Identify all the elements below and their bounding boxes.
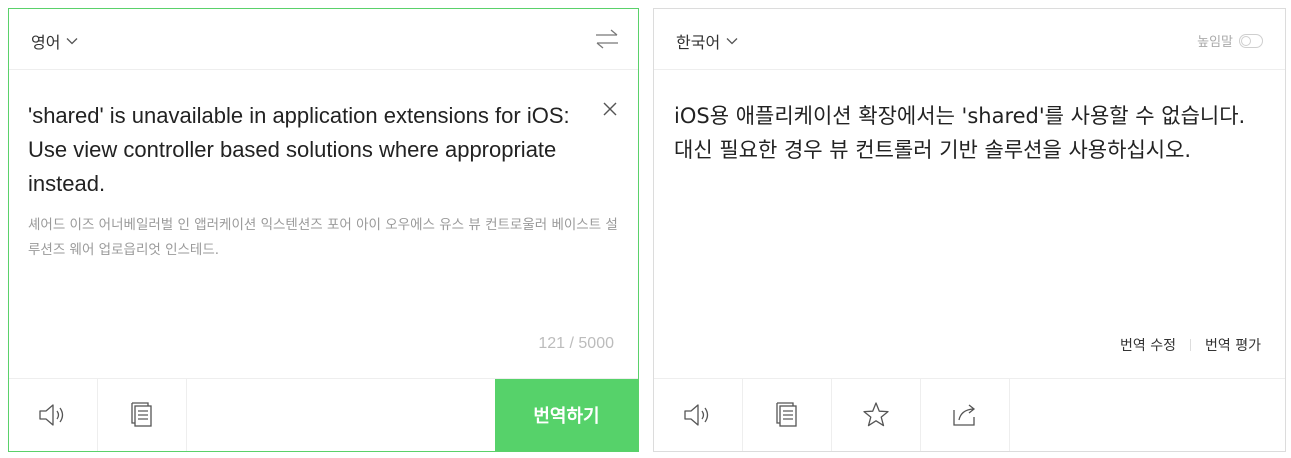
- target-language-select[interactable]: 한국어: [676, 29, 738, 53]
- source-text-input[interactable]: 'shared' is unavailable in application e…: [28, 99, 598, 201]
- target-toolbar: [654, 378, 1285, 451]
- toggle-knob: [1241, 35, 1251, 46]
- translation-output: iOS용 애플리케이션 확장에서는 'shared'를 사용할 수 없습니다. …: [674, 104, 1246, 162]
- source-toolbar: 번역하기: [9, 378, 638, 451]
- source-listen-button[interactable]: [9, 379, 98, 451]
- target-header: 한국어 높임말: [654, 9, 1285, 70]
- chevron-down-icon: [66, 38, 78, 45]
- copy-icon: [131, 402, 152, 427]
- honorific-control: 높임말: [1197, 31, 1263, 50]
- target-language-label: 한국어: [676, 33, 721, 52]
- target-copy-button[interactable]: [743, 379, 832, 451]
- swap-icon[interactable]: [594, 27, 620, 51]
- source-header: 영어: [9, 9, 638, 70]
- favorite-button[interactable]: [832, 379, 921, 451]
- honorific-toggle[interactable]: [1239, 33, 1263, 48]
- source-pronunciation: 셰어드 이즈 어너베일러벌 인 앱러케이션 익스텐션즈 포어 아이 오우에스 유…: [28, 217, 618, 258]
- close-icon[interactable]: [602, 101, 618, 117]
- share-icon: [953, 404, 976, 426]
- translate-button[interactable]: 번역하기: [495, 379, 638, 451]
- speaker-icon: [684, 404, 709, 426]
- rate-translation-link[interactable]: 번역 평가: [1205, 335, 1261, 355]
- source-language-select[interactable]: 영어: [31, 29, 78, 53]
- star-icon: [863, 402, 889, 427]
- speaker-icon: [39, 404, 64, 426]
- source-copy-button[interactable]: [98, 379, 187, 451]
- honorific-label: 높임말: [1197, 35, 1233, 50]
- edit-translation-link[interactable]: 번역 수정: [1120, 335, 1176, 355]
- source-panel: 영어 'shared' is unavailable in applicatio…: [8, 8, 639, 452]
- divider: [1190, 339, 1192, 351]
- source-language-label: 영어: [31, 33, 61, 52]
- translation-feedback: 번역 수정 번역 평가: [1120, 335, 1261, 355]
- copy-icon: [776, 402, 797, 427]
- char-count: 121 / 5000: [538, 335, 614, 352]
- chevron-down-icon: [726, 38, 738, 45]
- target-panel: 한국어 높임말 iOS용 애플리케이션 확장에서는 'shared'를 사용할 …: [653, 8, 1286, 452]
- target-listen-button[interactable]: [654, 379, 743, 451]
- share-button[interactable]: [921, 379, 1010, 451]
